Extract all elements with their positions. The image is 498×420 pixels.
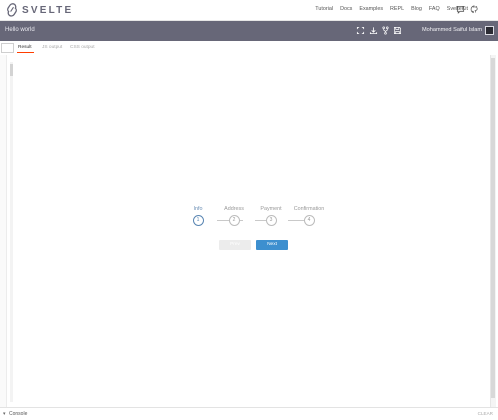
step-payment[interactable]: Payment 3: [251, 206, 291, 226]
next-button[interactable]: Next: [256, 240, 288, 250]
svelte-logo-icon: [7, 3, 17, 17]
editor-collapsed-pane[interactable]: [0, 55, 7, 407]
step-label: Confirmation: [293, 206, 325, 212]
fork-icon[interactable]: [381, 26, 390, 35]
tab-result[interactable]: Result: [18, 45, 32, 50]
step-info[interactable]: Info 1: [178, 206, 218, 226]
chevron-down-icon[interactable]: ▾: [3, 411, 6, 417]
nav-link-faq[interactable]: FAQ: [429, 6, 440, 12]
fullscreen-icon[interactable]: [356, 26, 365, 35]
app-title[interactable]: Hello world: [5, 27, 35, 33]
tab-app-frame: [1, 43, 14, 53]
repl-toolbar: Hello world Mohammed Saiful Islam: [0, 21, 498, 41]
step-number: 1: [192, 215, 204, 226]
active-tab-indicator: [17, 52, 34, 53]
console-clear-button[interactable]: CLEAR: [478, 411, 493, 416]
step-address[interactable]: Address 2: [214, 206, 254, 226]
step-label: Address: [224, 206, 244, 212]
nav-link-examples[interactable]: Examples: [359, 6, 383, 12]
github-icon[interactable]: [470, 5, 479, 14]
result-viewer: [8, 55, 489, 407]
step-number: 2: [228, 215, 240, 226]
avatar[interactable]: [485, 26, 494, 35]
discord-icon[interactable]: [456, 5, 465, 14]
nav-links: Tutorial Docs Examples REPL Blog FAQ Sve…: [315, 6, 468, 12]
viewer-scrollbar-thumb[interactable]: [491, 58, 495, 398]
tab-bar: App Result JS output CSS output: [0, 42, 498, 55]
stepper: Info 1 Address 2 Payment 3 Confirmation …: [190, 206, 330, 230]
nav-link-tutorial[interactable]: Tutorial: [315, 6, 333, 12]
step-number: 4: [303, 215, 315, 226]
download-icon[interactable]: [369, 26, 378, 35]
tab-css-output[interactable]: CSS output: [70, 45, 95, 50]
nav-link-blog[interactable]: Blog: [411, 6, 422, 12]
console-label: Console: [9, 411, 28, 417]
step-label: Info: [193, 206, 203, 212]
nav-link-docs[interactable]: Docs: [340, 6, 352, 12]
svelte-logo[interactable]: SVELTE: [6, 3, 73, 17]
brand-name: SVELTE: [22, 4, 74, 16]
step-label: Payment: [260, 206, 282, 212]
console-bar[interactable]: ▾ Console CLEAR: [0, 407, 498, 420]
step-confirmation[interactable]: Confirmation 4: [289, 206, 329, 226]
save-icon[interactable]: [393, 26, 402, 35]
user-name[interactable]: Mohammed Saiful Islam: [422, 27, 482, 33]
step-number: 3: [265, 215, 277, 226]
top-navigation: SVELTE Tutorial Docs Examples REPL Blog …: [0, 0, 498, 21]
editor-scrollbar[interactable]: [10, 62, 13, 402]
editor-scrollbar-thumb[interactable]: [10, 64, 13, 76]
nav-link-repl[interactable]: REPL: [390, 6, 404, 12]
prev-button[interactable]: Prev: [219, 240, 251, 250]
tab-js-output[interactable]: JS output: [42, 45, 62, 50]
